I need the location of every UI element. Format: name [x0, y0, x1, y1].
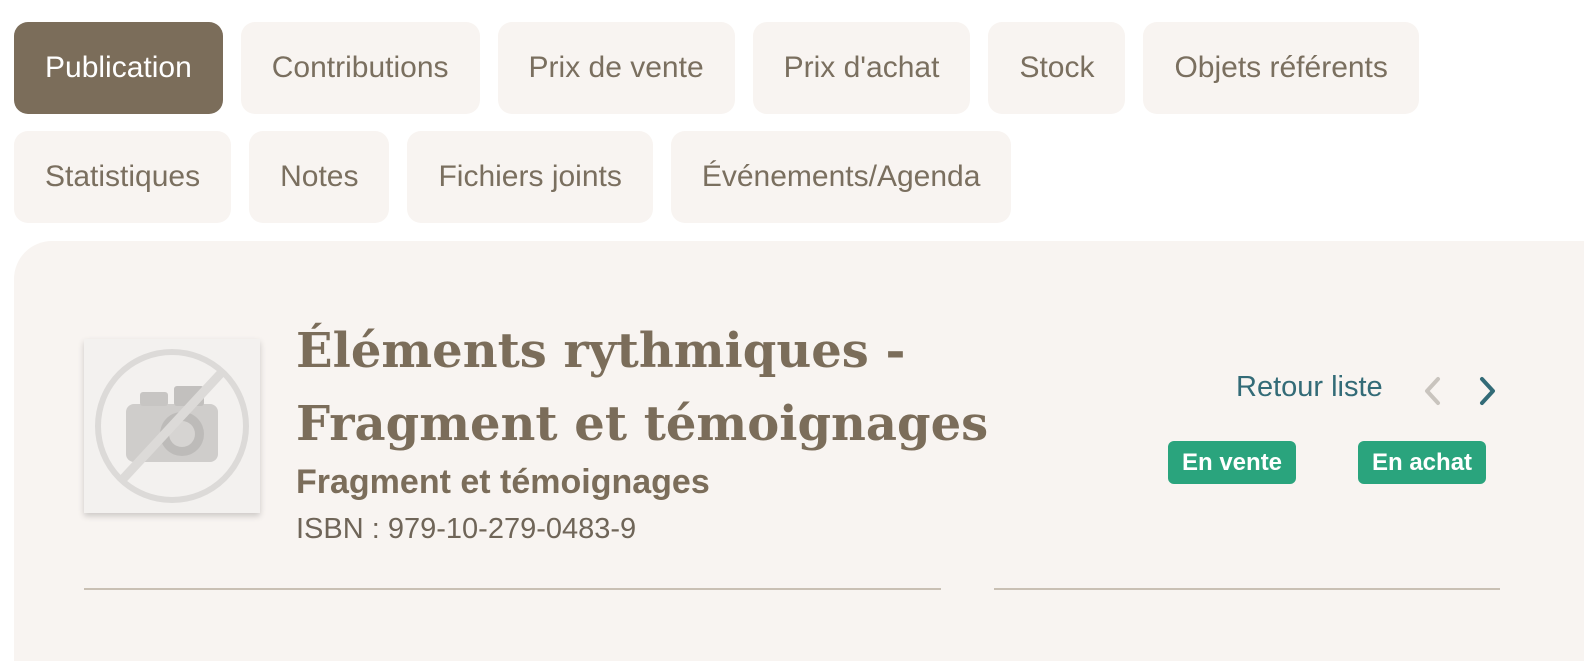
no-photo-camera-icon	[95, 349, 249, 503]
tab-bar: Publication Contributions Prix de vente …	[14, 22, 1554, 240]
tab-prix-de-vente[interactable]: Prix de vente	[497, 22, 735, 114]
tab-row-1: Publication Contributions Prix de vente …	[14, 22, 1554, 114]
tab-statistiques[interactable]: Statistiques	[14, 131, 232, 223]
book-isbn: ISBN : 979-10-279-0483-9	[296, 513, 637, 545]
tab-fichiers-joints[interactable]: Fichiers joints	[407, 131, 653, 223]
book-cover	[84, 339, 260, 513]
divider-right	[994, 588, 1500, 590]
tab-stock[interactable]: Stock	[988, 22, 1126, 114]
tab-evenements-agenda[interactable]: Événements/Agenda	[670, 131, 1012, 223]
status-badge-en-achat: En achat	[1358, 441, 1487, 484]
chevron-right-icon[interactable]	[1472, 373, 1502, 409]
back-to-list-link[interactable]: Retour liste	[1236, 371, 1383, 404]
tab-publication[interactable]: Publication	[14, 22, 223, 114]
publication-panel: Éléments rythmiques - Fragment et témoig…	[14, 241, 1584, 661]
tab-prix-d-achat[interactable]: Prix d'achat	[752, 22, 971, 114]
chevron-left-icon[interactable]	[1418, 373, 1448, 409]
book-subtitle: Fragment et témoignages	[296, 463, 710, 501]
tab-objets-referents[interactable]: Objets référents	[1143, 22, 1419, 114]
status-badge-en-vente: En vente	[1168, 441, 1297, 484]
tab-contributions[interactable]: Contributions	[240, 22, 480, 114]
tab-notes[interactable]: Notes	[249, 131, 390, 223]
tab-row-2: Statistiques Notes Fichiers joints Événe…	[14, 131, 1554, 223]
book-title: Éléments rythmiques - Fragment et témoig…	[296, 323, 989, 452]
divider-left	[84, 588, 941, 590]
